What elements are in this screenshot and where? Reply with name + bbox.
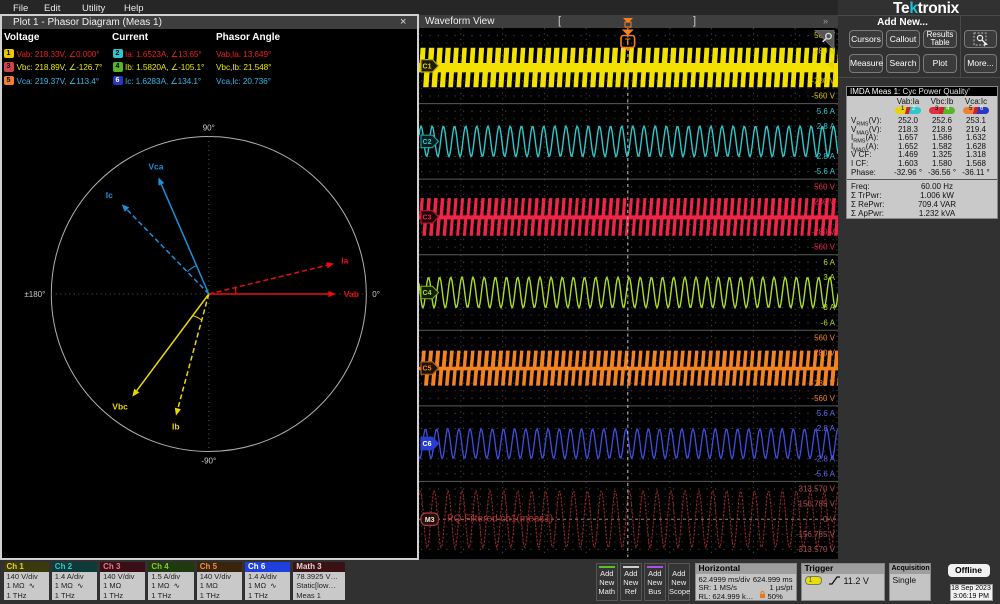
svg-text:Vbc: Vbc bbox=[112, 402, 128, 412]
svg-text:280 V: 280 V bbox=[814, 197, 836, 206]
svg-text:C1: C1 bbox=[423, 63, 432, 70]
svg-text:-5.6 A: -5.6 A bbox=[814, 469, 836, 478]
svg-text:313.570 V: 313.570 V bbox=[799, 485, 836, 494]
svg-text:90°: 90° bbox=[203, 124, 215, 133]
svg-text:5.6 A: 5.6 A bbox=[817, 107, 836, 116]
svg-text:-5.6 A: -5.6 A bbox=[814, 167, 836, 176]
svg-text:PQ:Filtered ch1(meas1): PQ:Filtered ch1(meas1) bbox=[447, 514, 553, 525]
svg-text:5.6 A: 5.6 A bbox=[817, 409, 836, 418]
svg-text:-313.570 V: -313.570 V bbox=[796, 545, 836, 554]
svg-text:2.8 A: 2.8 A bbox=[817, 122, 836, 131]
svg-text:Vca: Vca bbox=[148, 161, 163, 171]
svg-text:T: T bbox=[625, 37, 631, 47]
svg-text:-280 V: -280 V bbox=[811, 228, 835, 237]
svg-text:C3: C3 bbox=[423, 215, 432, 222]
svg-text:-280 V: -280 V bbox=[811, 77, 835, 86]
svg-text:280 V: 280 V bbox=[814, 349, 836, 358]
svg-text:Vab: Vab bbox=[344, 289, 359, 299]
svg-text:M3: M3 bbox=[425, 517, 435, 524]
svg-text:±180°: ±180° bbox=[24, 290, 45, 299]
svg-text:2.8 A: 2.8 A bbox=[817, 424, 836, 433]
svg-text:C5: C5 bbox=[423, 366, 432, 373]
svg-text:-560 V: -560 V bbox=[811, 394, 835, 403]
svg-text:-280 V: -280 V bbox=[811, 379, 835, 388]
svg-text:156.785 V: 156.785 V bbox=[799, 500, 836, 509]
svg-text:-3 A: -3 A bbox=[821, 303, 836, 312]
svg-text:-560 V: -560 V bbox=[811, 92, 835, 101]
svg-text:-90°: -90° bbox=[201, 457, 216, 466]
svg-text:C4: C4 bbox=[423, 290, 432, 297]
svg-text:0 V: 0 V bbox=[823, 515, 836, 524]
svg-text:-2.8 A: -2.8 A bbox=[814, 454, 836, 463]
svg-text:C6: C6 bbox=[423, 441, 432, 448]
svg-text:560 V: 560 V bbox=[814, 182, 836, 191]
svg-text:-2.8 A: -2.8 A bbox=[814, 152, 836, 161]
svg-text:C2: C2 bbox=[423, 139, 432, 146]
svg-text:Ic: Ic bbox=[106, 190, 113, 200]
svg-text:6 A: 6 A bbox=[823, 258, 835, 267]
svg-text:Ia: Ia bbox=[341, 256, 348, 266]
svg-text:-560 V: -560 V bbox=[811, 243, 835, 252]
svg-text:-156.785 V: -156.785 V bbox=[796, 530, 836, 539]
svg-text:Ib: Ib bbox=[172, 422, 180, 432]
svg-text:3 A: 3 A bbox=[823, 273, 835, 282]
svg-text:560 V: 560 V bbox=[814, 334, 836, 343]
svg-text:-6 A: -6 A bbox=[821, 318, 836, 327]
svg-text:0°: 0° bbox=[372, 290, 380, 299]
